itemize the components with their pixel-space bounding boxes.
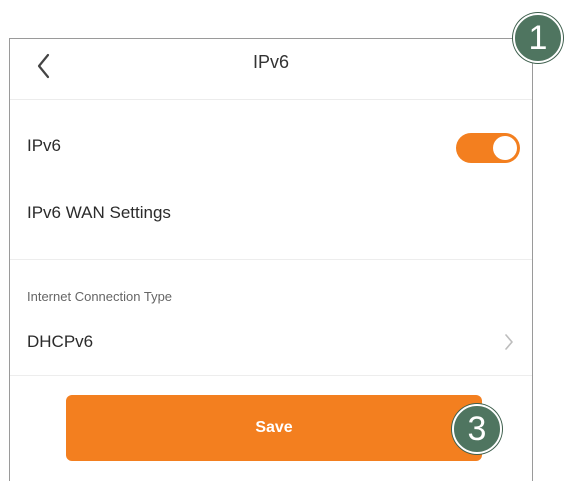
callout-badge-1: 1 — [513, 13, 563, 63]
chevron-right-icon — [505, 334, 513, 350]
ipv6-toggle-switch[interactable] — [456, 133, 520, 163]
wan-settings-heading: IPv6 WAN Settings — [27, 203, 171, 222]
save-button[interactable]: Save — [66, 395, 482, 461]
ipv6-settings-screen: IPv6 IPv6 IPv6 WAN Settings Internet Con… — [9, 38, 533, 481]
callout-badge-3: 3 — [452, 404, 502, 454]
connection-type-label: Internet Connection Type — [27, 289, 173, 304]
page-title: IPv6 — [252, 52, 290, 72]
ipv6-toggle-label: IPv6 — [27, 136, 62, 155]
header-bar: IPv6 — [10, 39, 532, 100]
connection-type-select[interactable]: DHCPv6 — [10, 323, 532, 363]
toggle-knob — [493, 136, 517, 160]
connection-type-value: DHCPv6 — [27, 332, 94, 351]
section-divider — [10, 375, 532, 376]
section-divider — [10, 259, 532, 260]
